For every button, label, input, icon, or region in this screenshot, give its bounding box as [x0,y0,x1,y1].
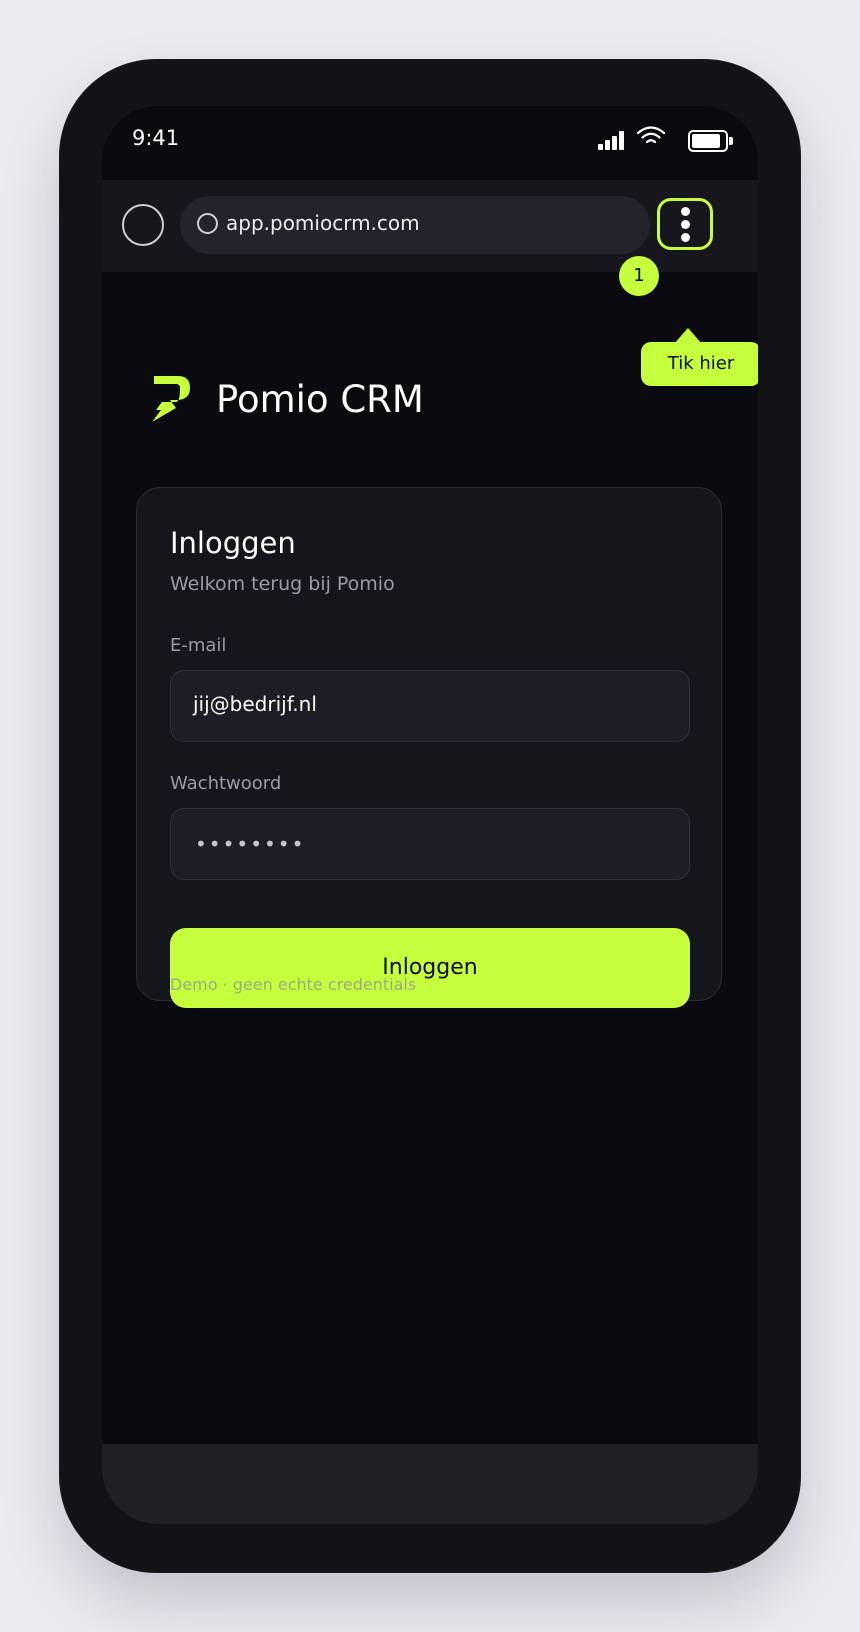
login-title: Inloggen [170,526,296,560]
battery-icon [688,130,733,152]
kebab-menu-icon [681,207,690,216]
kebab-menu-icon-dot [681,233,690,242]
url-text: app.pomiocrm.com [226,211,420,235]
kebab-menu-icon-dot [681,220,690,229]
status-bar: 9:41 [102,106,758,180]
url-bar[interactable]: app.pomiocrm.com [180,196,650,254]
app-name: Pomio CRM [216,378,424,421]
wifi-icon [636,126,666,144]
step-badge: 1 [619,256,659,296]
pomio-logo [152,376,190,422]
globe-icon [197,213,218,234]
login-subtitle: Welkom terug bij Pomio [170,573,395,595]
login-button[interactable]: Inloggen [170,928,690,1008]
password-value: •••••••• [195,832,306,856]
password-label: Wachtwoord [170,773,282,794]
phone-screen: 9:41 app.pomiocrm.com 1 Tik hier Pomio C… [102,106,758,1524]
kebab-menu-button[interactable] [657,198,713,250]
browser-home-icon[interactable] [122,204,164,246]
password-field[interactable]: •••••••• [170,808,690,880]
login-card: Inloggen Welkom terug bij Pomio E-mail j… [136,487,722,1008]
status-time: 9:41 [132,126,180,150]
browser-bottom-bar [102,1444,758,1524]
phone-frame: 9:41 app.pomiocrm.com 1 Tik hier Pomio C… [60,60,800,1572]
email-field[interactable]: jij@bedrijf.nl [170,670,690,742]
demo-note: Demo · geen echte credentials [170,975,417,994]
tap-here-tooltip: Tik hier [641,342,758,386]
email-value: jij@bedrijf.nl [193,692,317,716]
browser-toolbar: app.pomiocrm.com [102,180,758,272]
email-label: E-mail [170,635,227,656]
signal-icon [598,130,626,150]
